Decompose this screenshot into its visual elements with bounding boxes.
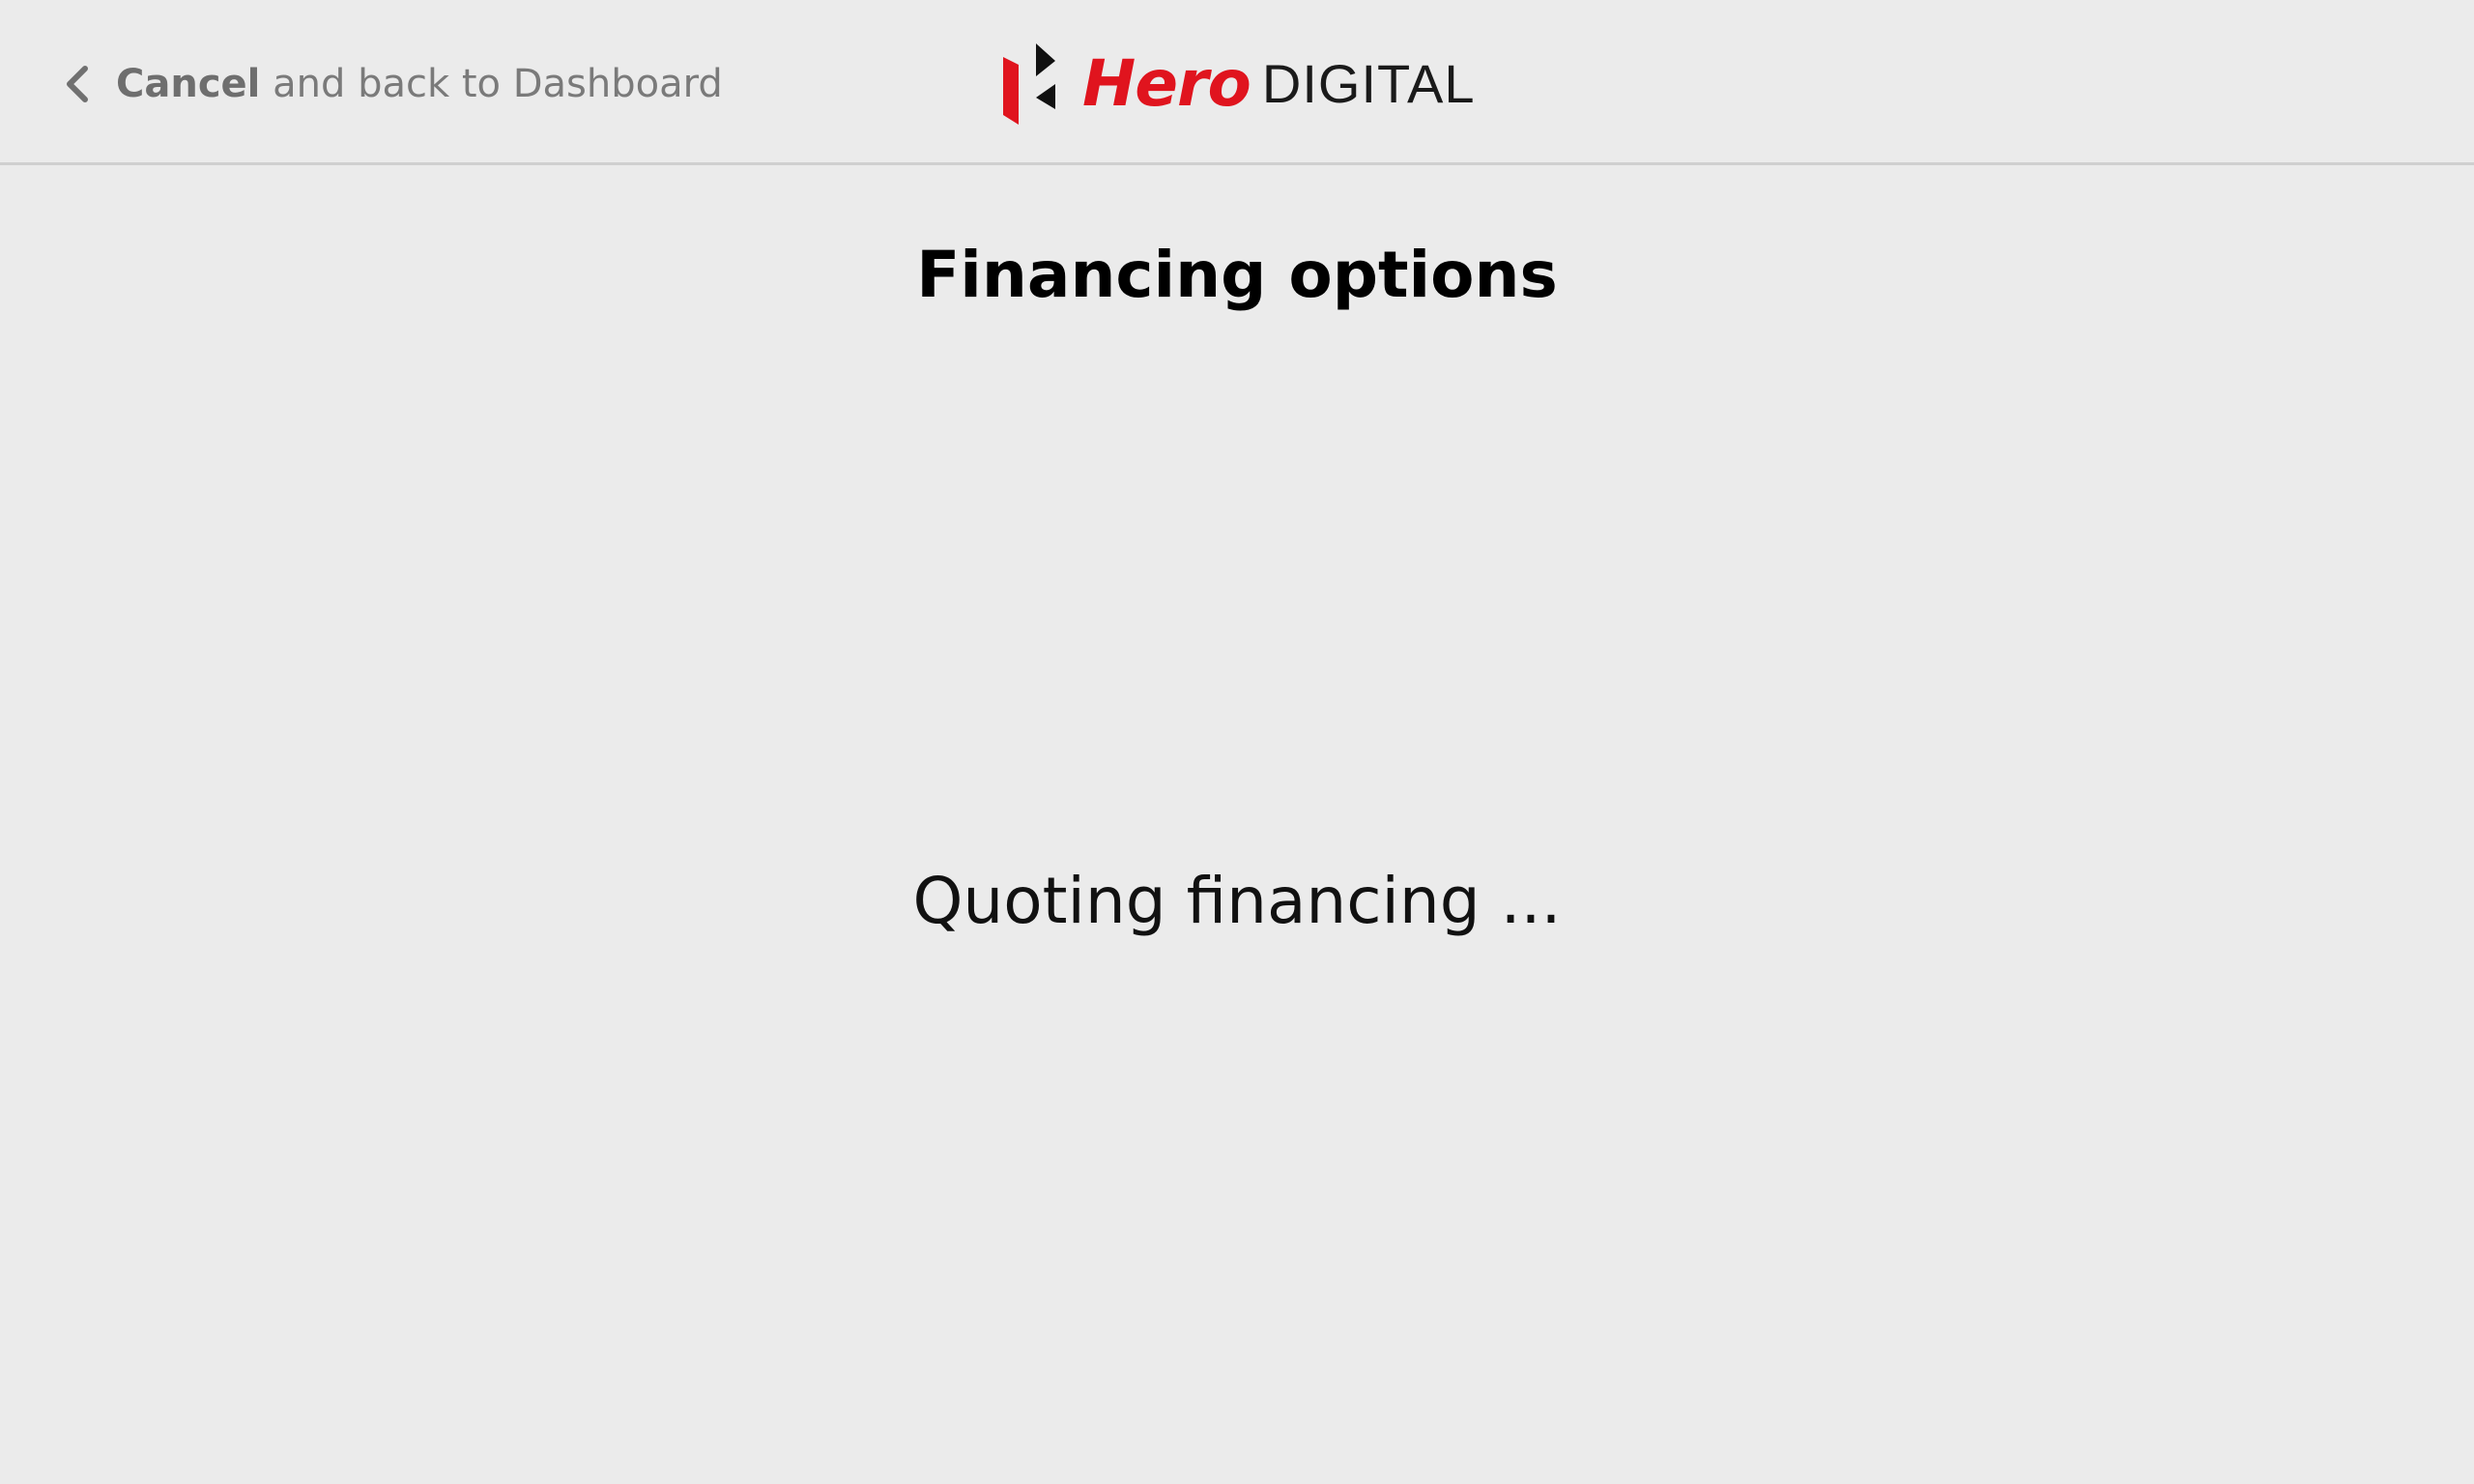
page-title: Financing options	[916, 238, 1558, 312]
app-root: Cancel and back to Dashboard Hero DIGITA…	[0, 0, 2474, 1484]
chevron-left-icon	[67, 66, 88, 102]
logo-brand-word: Hero	[1082, 46, 1251, 121]
cancel-back-to-dashboard-link[interactable]: Cancel and back to Dashboard	[60, 50, 723, 118]
hero-digital-logo: Hero DIGITAL	[1003, 43, 1476, 126]
loading-status-text: Quoting financing ...	[912, 864, 1562, 938]
cancel-label: Cancel	[116, 62, 261, 106]
top-bar: Cancel and back to Dashboard Hero DIGITA…	[0, 0, 2474, 165]
hero-logo-mark-icon	[1003, 43, 1055, 125]
back-to-dashboard-label: and back to Dashboard	[273, 62, 723, 106]
logo-product-word: DIGITAL	[1261, 53, 1476, 114]
